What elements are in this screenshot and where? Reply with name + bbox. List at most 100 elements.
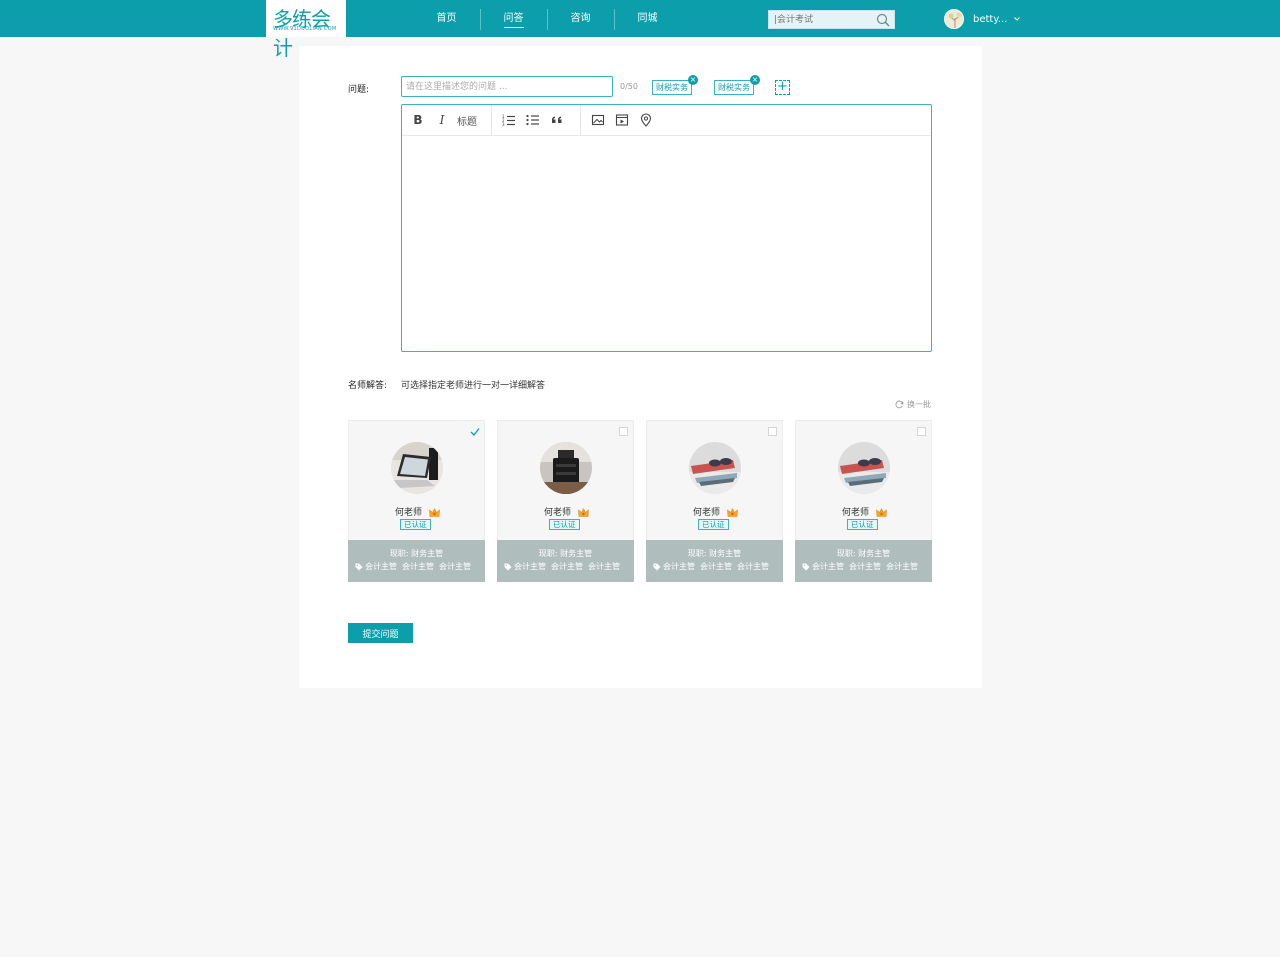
crown-icon xyxy=(429,507,440,517)
close-icon[interactable]: × xyxy=(688,75,698,85)
tag-label: 财税实务 xyxy=(656,83,688,92)
checkbox[interactable] xyxy=(917,427,926,436)
teacher-tip: 可选择指定老师进行一对一详细解答 xyxy=(401,381,546,391)
tag-item: 财税实务 × xyxy=(714,75,760,95)
quote-icon[interactable] xyxy=(548,111,566,129)
user-avatar[interactable] xyxy=(944,9,964,29)
search-input[interactable] xyxy=(774,13,874,26)
teacher-card[interactable]: 何老师 已认证 现职: 财务主管 会计主管 会计主管 会计主管 xyxy=(795,420,932,582)
image-icon[interactable] xyxy=(589,111,607,129)
location-icon[interactable] xyxy=(637,111,655,129)
refresh-label: 换一批 xyxy=(907,400,931,409)
ordered-list-icon[interactable]: 123 xyxy=(500,111,518,129)
teacher-avatar xyxy=(391,442,443,494)
teacher-tags: 会计主管 会计主管 会计主管 xyxy=(653,561,774,572)
teacher-section-label: 名师解答: xyxy=(348,381,388,391)
teacher-tag: 会计主管 xyxy=(663,562,695,571)
logo-subtext: WWW.91DUOLIAN.COM xyxy=(273,26,337,32)
teacher-info: 现职: 财务主管 会计主管 会计主管 会计主管 xyxy=(497,540,634,582)
teacher-name-row: 何老师 xyxy=(647,505,784,518)
main-nav: 首页 问答 咨询 同城 xyxy=(413,0,681,37)
teacher-tags: 会计主管 会计主管 会计主管 xyxy=(504,561,625,572)
tag-icon xyxy=(802,563,810,570)
teacher-job: 现职: 财务主管 xyxy=(389,549,444,558)
user-menu[interactable]: betty... xyxy=(944,9,1021,29)
teacher-avatar xyxy=(540,442,592,494)
bold-button[interactable]: B xyxy=(409,111,427,129)
top-navbar: 多练会计 WWW.91DUOLIAN.COM 首页 问答 咨询 同城 betty… xyxy=(0,0,1280,60)
crown-icon xyxy=(876,507,887,517)
crown-icon xyxy=(578,507,589,517)
teacher-name-row: 何老师 xyxy=(498,505,635,518)
verified-badge: 已认证 xyxy=(400,519,431,530)
refresh-button[interactable]: 换一批 xyxy=(895,399,931,410)
teacher-job: 现职: 财务主管 xyxy=(538,549,593,558)
tag-icon xyxy=(355,563,363,570)
editor-toolbar: B I 标题 123 xyxy=(402,104,931,136)
teacher-job: 现职: 财务主管 xyxy=(836,549,891,558)
tag-item: 财税实务 × xyxy=(652,75,698,95)
checkbox[interactable] xyxy=(619,427,628,436)
teacher-tag: 会计主管 xyxy=(514,562,546,571)
teacher-tag: 会计主管 xyxy=(588,562,620,571)
teacher-name: 何老师 xyxy=(842,508,870,518)
teacher-job: 现职: 财务主管 xyxy=(687,549,742,558)
teacher-name: 何老师 xyxy=(544,508,572,518)
teacher-name: 何老师 xyxy=(693,508,721,518)
tag-label: 财税实务 xyxy=(718,83,750,92)
bullet-list-icon[interactable] xyxy=(524,111,542,129)
char-counter: 0/50 xyxy=(620,82,638,91)
nav-consult[interactable]: 咨询 xyxy=(547,0,614,37)
nav-local[interactable]: 同城 xyxy=(614,0,681,37)
teacher-tag: 会计主管 xyxy=(737,562,769,571)
add-tag-button[interactable]: + xyxy=(775,80,790,95)
tag-icon xyxy=(653,563,661,570)
teacher-tag: 会计主管 xyxy=(812,562,844,571)
teacher-tag: 会计主管 xyxy=(700,562,732,571)
verified-badge: 已认证 xyxy=(847,519,878,530)
tag-icon xyxy=(504,563,512,570)
teacher-name-row: 何老师 xyxy=(349,505,486,518)
video-icon[interactable] xyxy=(613,111,631,129)
teacher-tag: 会计主管 xyxy=(365,562,397,571)
close-icon[interactable]: × xyxy=(750,75,760,85)
teacher-info: 现职: 财务主管 会计主管 会计主管 会计主管 xyxy=(646,540,783,582)
teacher-tag: 会计主管 xyxy=(439,562,471,571)
search-icon[interactable] xyxy=(876,13,890,27)
submit-question-button[interactable]: 提交问题 xyxy=(348,623,413,643)
crown-icon xyxy=(727,507,738,517)
teacher-tags: 会计主管 会计主管 会计主管 xyxy=(802,561,923,572)
verified-badge: 已认证 xyxy=(549,519,580,530)
teacher-card[interactable]: 何老师 已认证 现职: 财务主管 会计主管 会计主管 会计主管 xyxy=(497,420,634,582)
teacher-info: 现职: 财务主管 会计主管 会计主管 会计主管 xyxy=(795,540,932,582)
teacher-tag: 会计主管 xyxy=(402,562,434,571)
checkbox-checked[interactable] xyxy=(470,427,480,436)
check-icon xyxy=(470,428,480,436)
checkbox[interactable] xyxy=(768,427,777,436)
nav-qa[interactable]: 问答 xyxy=(480,0,547,37)
heading-button[interactable]: 标题 xyxy=(457,111,477,129)
teacher-avatar xyxy=(838,442,890,494)
chevron-down-icon[interactable] xyxy=(1013,15,1021,23)
italic-button[interactable]: I xyxy=(433,111,451,129)
teacher-card[interactable]: 何老师 已认证 现职: 财务主管 会计主管 会计主管 会计主管 xyxy=(348,420,485,582)
teacher-avatar xyxy=(689,442,741,494)
teacher-name: 何老师 xyxy=(395,508,423,518)
svg-text:3: 3 xyxy=(502,122,505,127)
user-name: betty... xyxy=(973,13,1008,25)
logo[interactable]: 多练会计 WWW.91DUOLIAN.COM xyxy=(266,0,346,60)
search-box xyxy=(768,10,895,29)
teacher-tags: 会计主管 会计主管 会计主管 xyxy=(355,561,476,572)
question-title-input[interactable] xyxy=(401,76,613,97)
nav-home[interactable]: 首页 xyxy=(413,0,480,37)
question-label: 问题: xyxy=(348,85,370,95)
editor-content-area[interactable] xyxy=(402,136,931,351)
teacher-tag: 会计主管 xyxy=(551,562,583,571)
teacher-name-row: 何老师 xyxy=(796,505,933,518)
teacher-info: 现职: 财务主管 会计主管 会计主管 会计主管 xyxy=(348,540,485,582)
teacher-card[interactable]: 何老师 已认证 现职: 财务主管 会计主管 会计主管 会计主管 xyxy=(646,420,783,582)
refresh-icon xyxy=(895,400,904,409)
teacher-tag: 会计主管 xyxy=(849,562,881,571)
verified-badge: 已认证 xyxy=(698,519,729,530)
rich-text-editor: B I 标题 123 xyxy=(401,104,932,352)
